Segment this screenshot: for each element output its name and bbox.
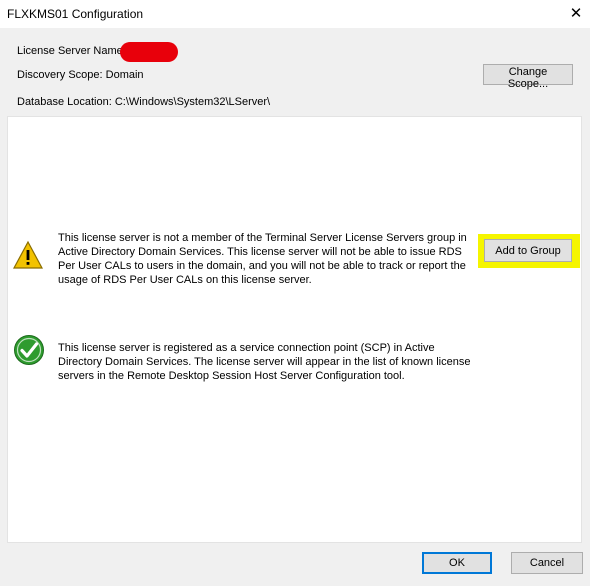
add-to-group-button[interactable]: Add to Group: [484, 239, 572, 262]
redacted-server-name: [120, 42, 178, 62]
ok-button[interactable]: OK: [422, 552, 492, 574]
success-message: This license server is registered as a s…: [58, 342, 471, 382]
database-location-label: Database Location: C:\Windows\System32\L…: [17, 96, 271, 108]
discovery-scope-label: Discovery Scope: Domain: [17, 69, 144, 81]
warning-triangle-icon: [12, 240, 44, 269]
status-messages-panel: [7, 116, 582, 543]
close-icon[interactable]: ✕: [565, 3, 587, 25]
server-name-label: License Server Name:: [17, 45, 126, 57]
change-scope-button[interactable]: Change Scope...: [483, 64, 573, 90]
check-circle-icon: [14, 335, 44, 365]
title-bar: FLXKMS01 Configuration ✕: [0, 0, 590, 28]
window-title: FLXKMS01 Configuration: [7, 7, 144, 21]
warning-message: This license server is not a member of t…: [58, 232, 467, 286]
cancel-button[interactable]: Cancel: [511, 552, 583, 574]
